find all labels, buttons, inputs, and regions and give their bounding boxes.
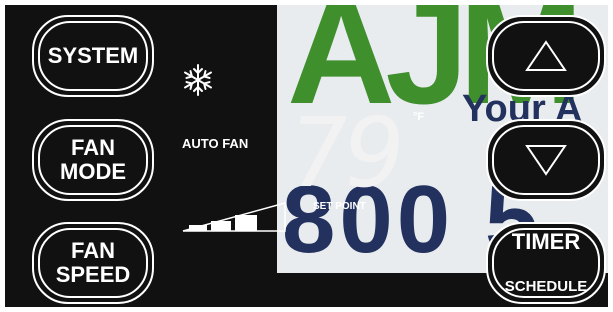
setpoint-label: SET POINT [313, 201, 366, 212]
fan-speed-button-label: FAN SPEED [55, 238, 131, 287]
fan-speed-indicator [182, 202, 286, 232]
temperature-unit: °F [413, 111, 425, 123]
fan-speed-bar-1 [189, 225, 207, 231]
fan-status-label: AUTO FAN [182, 136, 249, 151]
setpoint-temperature: 79 [280, 97, 407, 209]
schedule-label: SCHEDULE [504, 278, 588, 295]
fan-speed-bar-3 [235, 215, 257, 231]
fan-mode-button-label: FAN MODE [60, 135, 126, 184]
up-arrow-icon [525, 40, 567, 71]
timer-schedule-button[interactable]: TIMER SCHEDULE [486, 222, 606, 304]
snowflake-icon [184, 64, 212, 96]
fan-speed-button[interactable]: FAN SPEED [32, 222, 154, 304]
system-button-label: SYSTEM [47, 43, 139, 68]
timer-label: TIMER [511, 229, 581, 254]
down-arrow-icon [525, 145, 567, 176]
thermostat-panel: AJM Your A 800 5 SYSTEM FAN MODE FAN SPE… [5, 5, 608, 307]
temp-down-button[interactable] [486, 119, 606, 201]
fan-mode-button[interactable]: FAN MODE [32, 119, 154, 201]
fan-speed-bar-2 [211, 221, 231, 231]
temp-up-button[interactable] [486, 15, 606, 97]
system-button[interactable]: SYSTEM [32, 15, 154, 97]
